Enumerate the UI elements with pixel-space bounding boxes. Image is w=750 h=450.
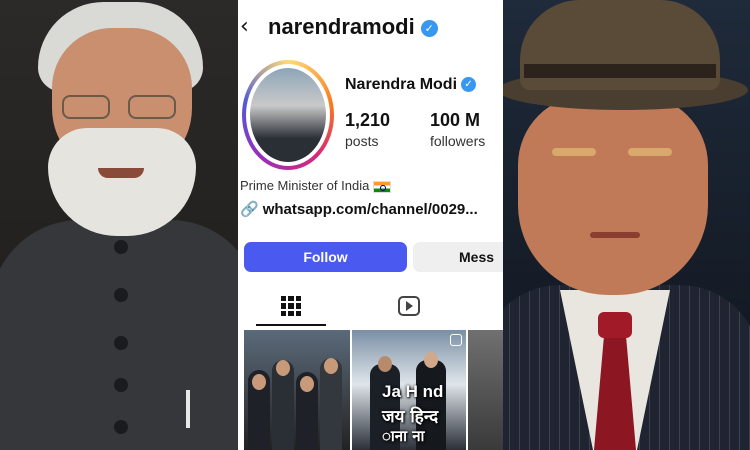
jacket-button bbox=[114, 420, 128, 434]
posts-count: 1,210 bbox=[345, 110, 391, 130]
profile-handle: narendramodi ✓ bbox=[268, 14, 438, 40]
avatar-photo bbox=[250, 68, 326, 162]
post-face bbox=[378, 356, 392, 372]
story-ring[interactable] bbox=[242, 60, 334, 170]
smile bbox=[98, 168, 144, 178]
tab-reels[interactable] bbox=[374, 288, 444, 326]
jacket-button bbox=[114, 378, 128, 392]
avatar bbox=[246, 64, 330, 166]
reels-icon bbox=[398, 296, 420, 316]
post-face bbox=[424, 352, 438, 368]
post-face bbox=[276, 360, 290, 376]
verified-badge-icon: ✓ bbox=[461, 77, 477, 93]
eyebrow bbox=[628, 148, 672, 156]
followers-count: 100 M bbox=[430, 110, 481, 130]
post-thumbnail[interactable] bbox=[244, 330, 350, 450]
mouth bbox=[590, 232, 640, 238]
display-name: Narendra Modi ✓ bbox=[345, 76, 477, 94]
handle-text: narendramodi bbox=[268, 14, 415, 39]
follow-button[interactable]: Follow bbox=[244, 242, 407, 272]
jacket-button bbox=[114, 240, 128, 254]
followers-label: followers bbox=[430, 133, 486, 149]
instagram-profile-screen: ‹ narendramodi ✓ Narendra Modi ✓ 1,210 pos… bbox=[238, 0, 503, 450]
post-thumbnail[interactable]: Ja H nd जय हिन्द ाना ना bbox=[352, 330, 466, 450]
posts-stat[interactable]: 1,210 posts bbox=[345, 110, 390, 149]
post-caption-line: जय हिन्द bbox=[382, 407, 439, 427]
link-text[interactable]: whatsapp.com/channel/0029... bbox=[263, 201, 478, 218]
reel-badge-icon bbox=[450, 334, 462, 346]
glasses bbox=[62, 95, 182, 121]
tie-knot bbox=[598, 312, 632, 338]
grid-icon bbox=[281, 296, 301, 316]
post-face bbox=[300, 376, 314, 392]
display-name-text: Narendra Modi bbox=[345, 76, 458, 93]
bio-text: Prime Minister of India bbox=[240, 178, 370, 193]
post-thumbnail[interactable] bbox=[468, 330, 503, 450]
post-face bbox=[252, 374, 266, 390]
post-face bbox=[324, 358, 338, 374]
india-flag-icon bbox=[373, 180, 392, 193]
tab-posts-grid[interactable] bbox=[256, 288, 326, 326]
pocket-pen bbox=[186, 390, 190, 428]
right-portrait-photo bbox=[490, 0, 750, 450]
post-caption-line: ाना ना bbox=[382, 427, 425, 445]
link-icon: 🔗 bbox=[240, 200, 259, 218]
verified-badge-icon: ✓ bbox=[420, 19, 438, 37]
profile-link[interactable]: 🔗 whatsapp.com/channel/0029... bbox=[240, 200, 478, 218]
jacket-button bbox=[114, 288, 128, 302]
eyebrow bbox=[552, 148, 596, 156]
face bbox=[518, 95, 708, 295]
posts-label: posts bbox=[345, 133, 379, 149]
post-caption-line: Ja H nd bbox=[382, 382, 444, 401]
followers-stat[interactable]: 100 M followers bbox=[430, 110, 485, 149]
back-chevron-icon[interactable]: ‹ bbox=[240, 14, 249, 39]
left-portrait-photo bbox=[0, 0, 243, 450]
bio: Prime Minister of India bbox=[240, 178, 392, 193]
jacket bbox=[0, 220, 243, 450]
jacket-button bbox=[114, 336, 128, 350]
hat-band bbox=[524, 64, 716, 78]
message-button[interactable]: Mess bbox=[413, 242, 503, 272]
